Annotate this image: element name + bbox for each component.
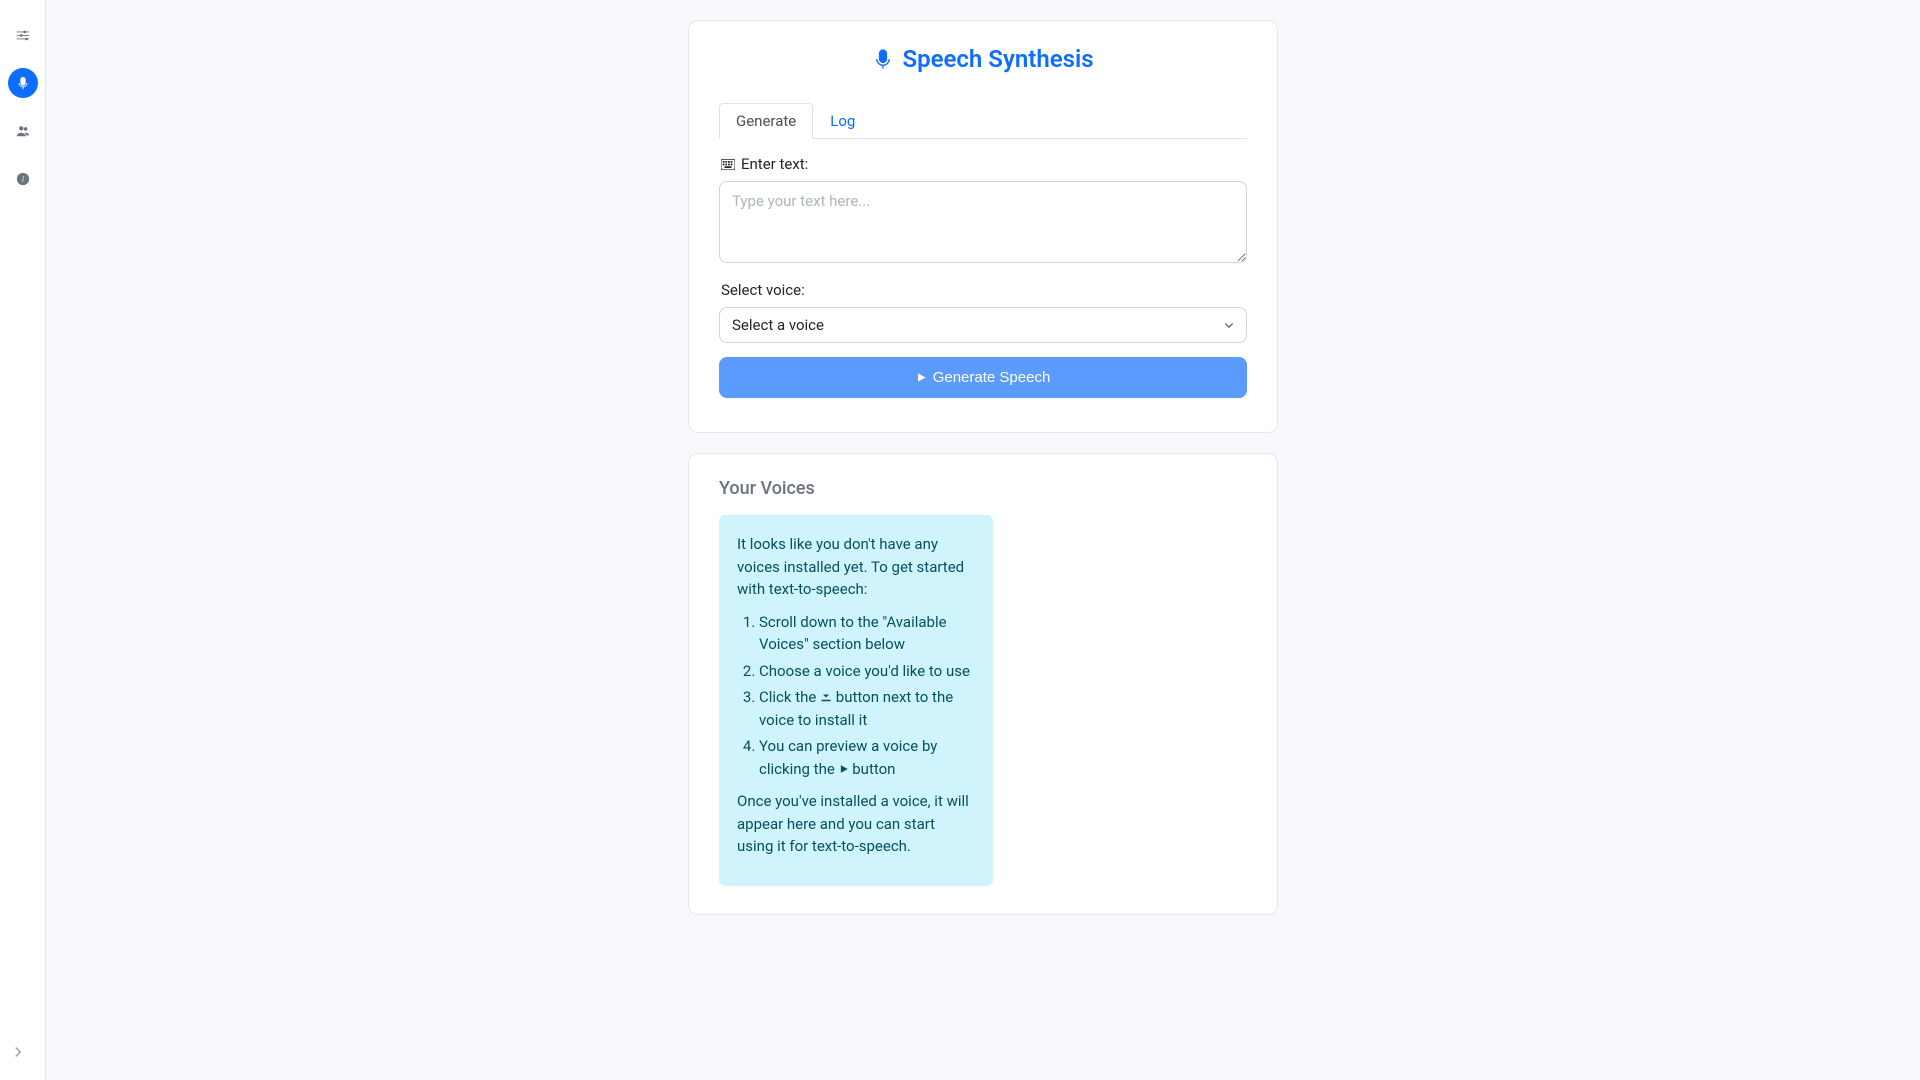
alert-step: Choose a voice you'd like to use <box>759 660 975 683</box>
no-voices-alert: It looks like you don't have any voices … <box>719 515 993 886</box>
sidebar-item-info[interactable]: i <box>8 164 38 194</box>
info-icon: i <box>16 172 30 186</box>
generate-speech-button[interactable]: Generate Speech <box>719 357 1247 398</box>
text-input-label: Enter text: <box>721 155 1247 173</box>
main-content: Speech Synthesis Generate Log Enter text… <box>46 0 1920 1080</box>
tab-label: Generate <box>736 112 796 130</box>
voice-select-label-text: Select voice: <box>721 281 805 299</box>
your-voices-title: Your Voices <box>719 478 1247 499</box>
alert-step: Click the button next to the voice to in… <box>759 686 975 731</box>
page-title-text: Speech Synthesis <box>902 45 1093 73</box>
your-voices-card: Your Voices It looks like you don't have… <box>688 453 1278 915</box>
voice-select-value: Select a voice <box>732 316 824 334</box>
sidebar-item-users[interactable] <box>8 116 38 146</box>
alert-steps: Scroll down to the "Available Voices" se… <box>737 611 975 781</box>
play-icon <box>839 764 849 774</box>
users-icon <box>16 124 30 138</box>
text-input[interactable] <box>719 181 1247 263</box>
microphone-icon <box>16 76 30 90</box>
generate-button-label: Generate Speech <box>933 369 1051 386</box>
tab-bar: Generate Log <box>719 103 1247 139</box>
alert-intro: It looks like you don't have any voices … <box>737 533 975 601</box>
voice-select-label: Select voice: <box>721 281 1247 299</box>
sliders-icon <box>16 28 30 42</box>
play-icon <box>916 372 927 383</box>
voice-select-wrap: Select a voice <box>719 307 1247 343</box>
alert-step: Scroll down to the "Available Voices" se… <box>759 611 975 656</box>
sidebar-item-settings[interactable] <box>8 20 38 50</box>
synthesis-card: Speech Synthesis Generate Log Enter text… <box>688 20 1278 433</box>
page-title: Speech Synthesis <box>719 45 1247 73</box>
voice-select[interactable]: Select a voice <box>719 307 1247 343</box>
tab-log[interactable]: Log <box>813 103 872 139</box>
svg-text:i: i <box>21 175 23 184</box>
sidebar-item-synthesis[interactable] <box>8 68 38 98</box>
sidebar-expand-toggle[interactable] <box>12 1043 24 1062</box>
keyboard-icon <box>721 159 735 170</box>
chevron-right-icon <box>12 1046 24 1058</box>
tab-label: Log <box>830 112 855 130</box>
download-icon <box>820 690 832 702</box>
text-input-label-text: Enter text: <box>741 155 808 173</box>
tab-generate[interactable]: Generate <box>719 103 813 139</box>
alert-outro: Once you've installed a voice, it will a… <box>737 790 975 858</box>
alert-step: You can preview a voice by clicking the … <box>759 735 975 780</box>
sidebar: i <box>0 0 46 1080</box>
microphone-icon <box>872 48 894 70</box>
